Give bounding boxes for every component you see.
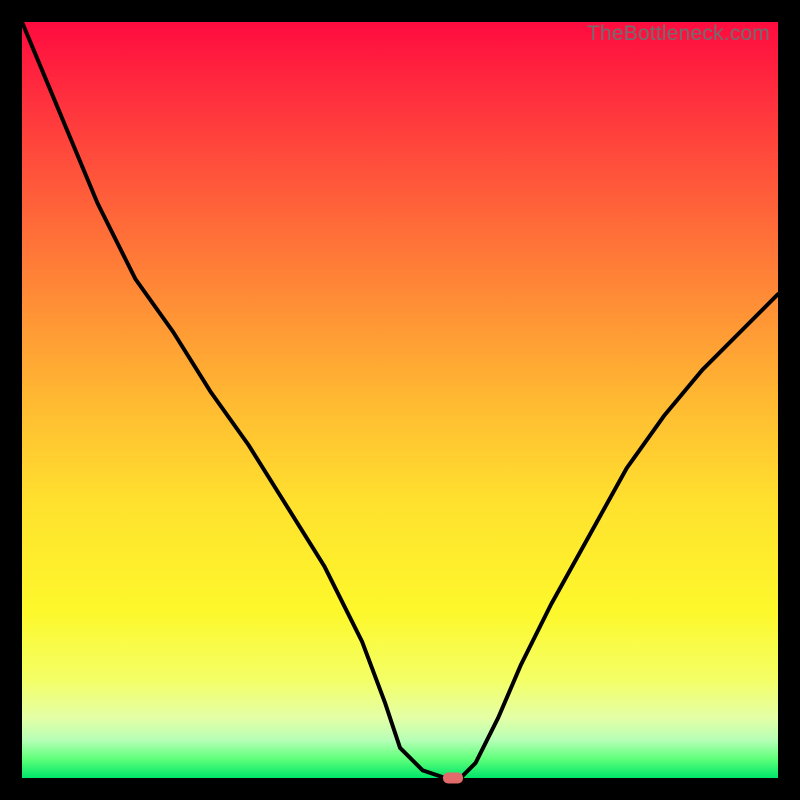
curve-path — [22, 22, 778, 778]
bottleneck-curve — [22, 22, 778, 778]
chart-frame: TheBottleneck.com — [0, 0, 800, 800]
minimum-marker — [443, 773, 463, 784]
chart-plot-area: TheBottleneck.com — [22, 22, 778, 778]
